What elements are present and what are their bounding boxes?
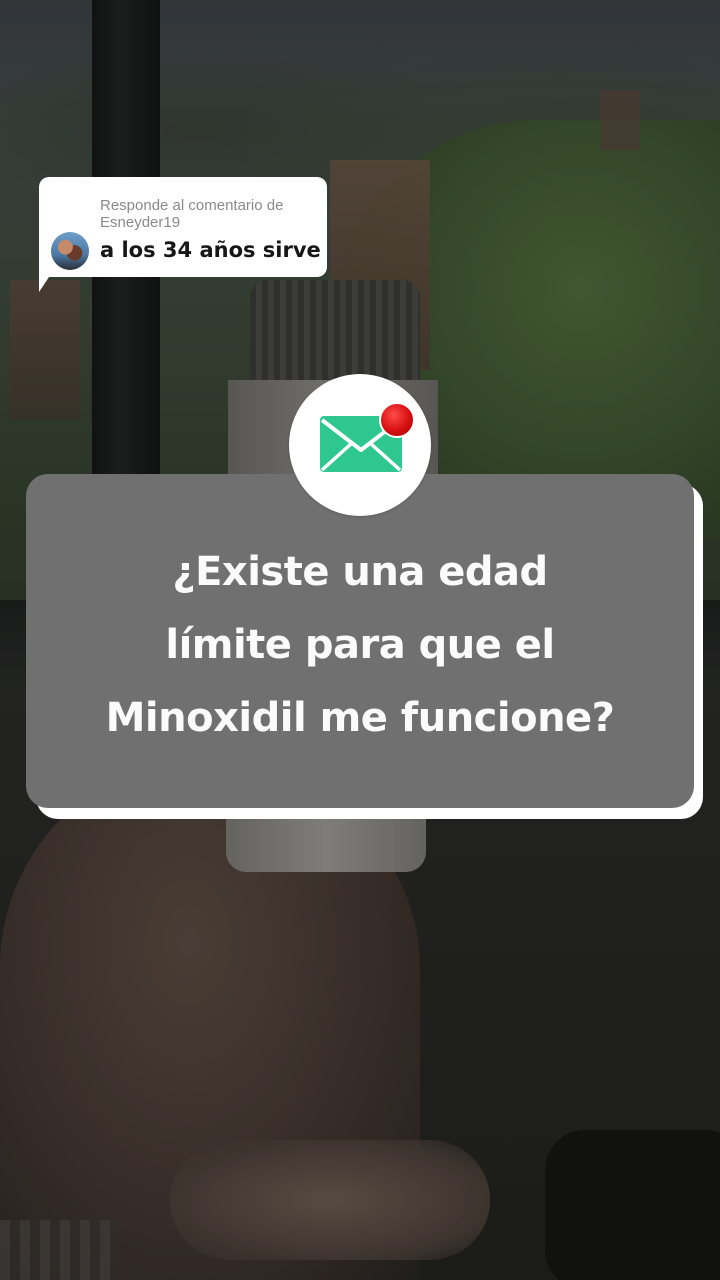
question-line: límite para que el [165, 622, 555, 668]
notification-badge-icon [379, 402, 415, 438]
comment-reply-sticker[interactable]: Responde al comentario de Esneyder19 a l… [39, 177, 327, 277]
comment-reply-prefix: Responde al comentario de Esneyder19 [100, 197, 284, 231]
comment-text: a los 34 años sirve [100, 238, 321, 262]
question-text: ¿Existe una edad límite para que el Mino… [26, 536, 694, 755]
question-line: ¿Existe una edad [172, 549, 548, 595]
video-frame: Responde al comentario de Esneyder19 a l… [0, 0, 720, 1280]
question-line: Minoxidil me funcione? [105, 695, 615, 741]
question-card: ¿Existe una edad límite para que el Mino… [26, 474, 694, 808]
avatar [51, 232, 89, 270]
